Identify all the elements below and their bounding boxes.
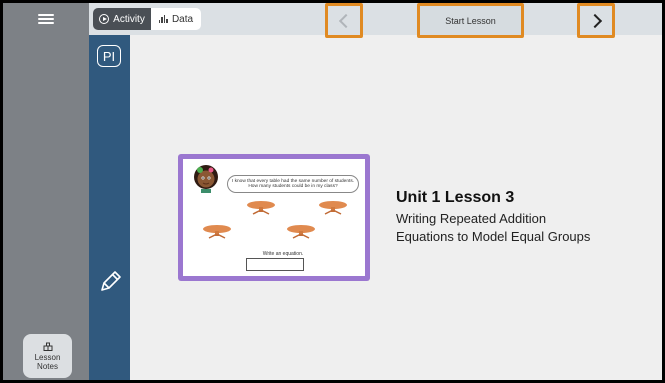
table-icon xyxy=(203,225,231,239)
equation-answer-box xyxy=(246,258,304,271)
app-frame: Activity Data Start Lesson Lesson Notes … xyxy=(3,3,662,380)
lesson-subtitle: Writing Repeated Addition Equations to M… xyxy=(396,210,636,246)
chevron-right-icon xyxy=(587,13,602,28)
lesson-notes-line1: Lesson xyxy=(34,353,61,362)
pi-button[interactable]: PI xyxy=(97,45,121,67)
lesson-title: Unit 1 Lesson 3 xyxy=(396,189,515,206)
play-circle-icon xyxy=(99,14,110,24)
chevron-left-icon xyxy=(338,13,353,28)
student-character-icon xyxy=(194,165,218,193)
previous-button[interactable] xyxy=(325,3,363,38)
menu-button[interactable] xyxy=(3,3,89,35)
lesson-subtitle-line2: Equations to Model Equal Groups xyxy=(396,229,591,244)
view-toggle: Activity Data xyxy=(93,8,201,30)
start-lesson-label: Start Lesson xyxy=(420,6,521,35)
lesson-notes-button[interactable]: Lesson Notes xyxy=(23,334,72,378)
next-button[interactable] xyxy=(577,3,615,38)
tab-activity-label: Activity xyxy=(113,13,145,25)
tab-data-label: Data xyxy=(171,13,194,25)
bar-chart-icon xyxy=(158,15,168,23)
card-content: I know that every table had the same num… xyxy=(183,159,365,276)
tool-rail xyxy=(89,35,130,380)
lesson-subtitle-line1: Writing Repeated Addition xyxy=(396,211,547,226)
table-icon xyxy=(287,225,315,239)
top-bar: Activity Data Start Lesson xyxy=(3,3,662,38)
pencil-icon[interactable] xyxy=(99,269,123,293)
table-icon xyxy=(247,201,275,215)
speech-line2: How many students could be in my class? xyxy=(248,184,338,189)
tab-activity[interactable]: Activity xyxy=(93,8,151,30)
tab-data[interactable]: Data xyxy=(151,8,201,30)
table-icon xyxy=(319,201,347,215)
lesson-notes-line2: Notes xyxy=(37,362,58,371)
lesson-notes-icon xyxy=(43,342,52,351)
hamburger-icon xyxy=(38,14,54,24)
start-lesson-button[interactable]: Start Lesson xyxy=(417,3,524,38)
lesson-preview-card[interactable]: I know that every table had the same num… xyxy=(178,154,370,281)
speech-bubble: I know that every table had the same num… xyxy=(227,175,359,193)
equation-prompt: Write an equation. xyxy=(262,251,304,257)
left-sidebar xyxy=(3,35,89,380)
